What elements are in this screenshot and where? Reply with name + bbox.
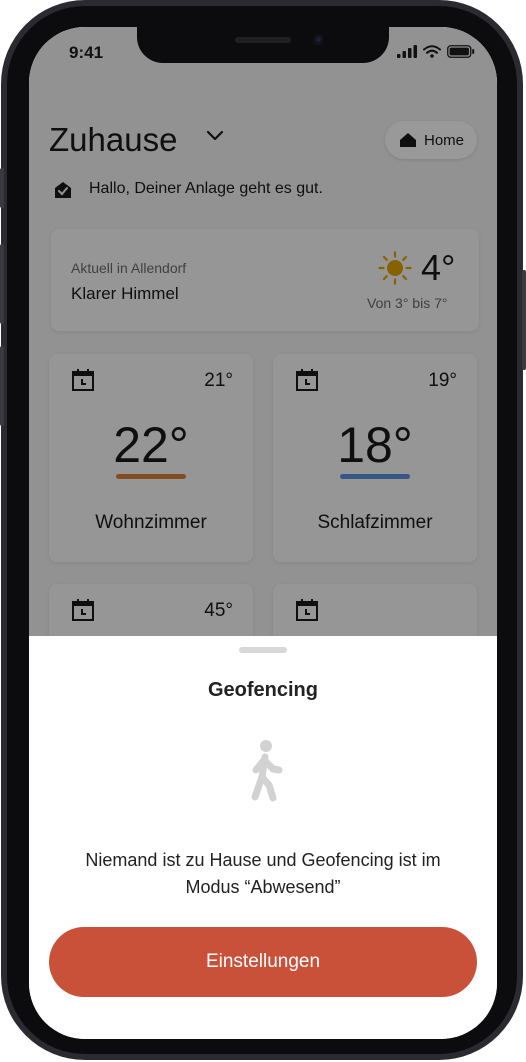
front-camera xyxy=(313,34,324,45)
status-time: 9:41 xyxy=(69,43,104,62)
sheet-message: Niemand ist zu Hause und Geofencing ist … xyxy=(85,850,441,897)
camera-notch xyxy=(137,27,389,63)
sheet-title: Geofencing xyxy=(207,679,318,701)
geofencing-bottom-sheet: Geofencing Niemand ist zu Hause und Geof… xyxy=(29,636,497,1039)
side-button-mute xyxy=(0,168,4,208)
side-button-power xyxy=(522,270,526,370)
speaker-grille xyxy=(235,37,291,43)
screen: Zuhause Home Hallo, Deiner Anlage geht e… xyxy=(29,27,497,1039)
side-button-volume-up xyxy=(0,244,4,324)
wifi-icon xyxy=(423,45,441,58)
sheet-drag-handle[interactable] xyxy=(239,647,287,653)
walking-person-icon xyxy=(251,740,283,802)
settings-button[interactable]: Einstellungen xyxy=(49,927,477,997)
cellular-signal-icon xyxy=(397,45,417,58)
status-icons xyxy=(397,45,475,58)
battery-icon xyxy=(447,45,475,58)
side-button-volume-down xyxy=(0,346,4,426)
